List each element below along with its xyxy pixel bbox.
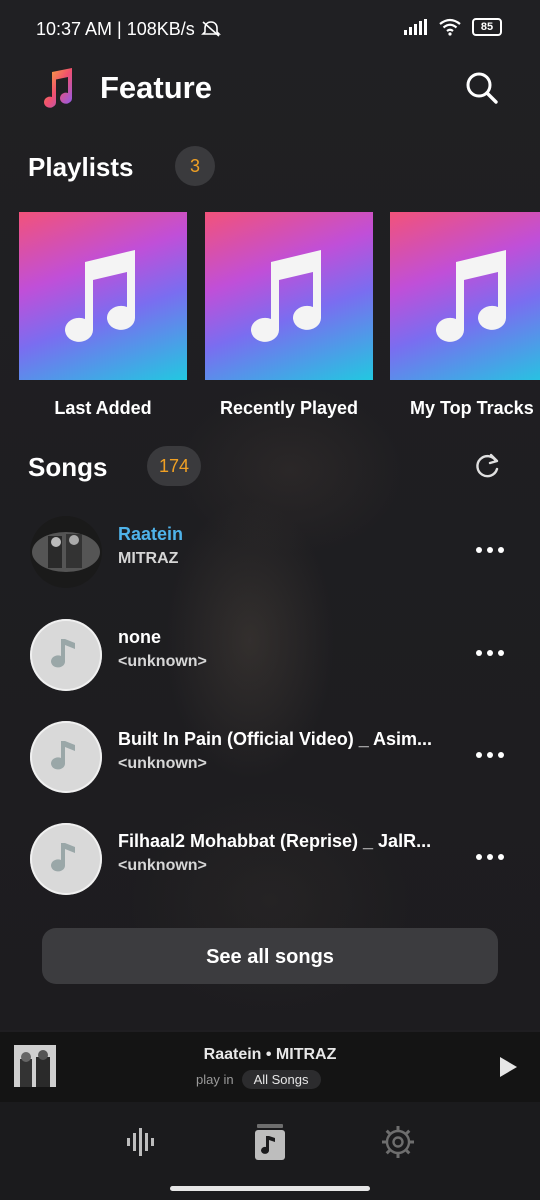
music-note-icon (51, 639, 75, 668)
song-title: Filhaal2 Mohabbat (Reprise) _ JalR... (118, 831, 432, 851)
signal-icon (404, 19, 427, 35)
now-playing-title: Raatein • MITRAZ (203, 1046, 337, 1063)
app-logo-icon (44, 68, 73, 108)
status-time: 10:37 AM | 108KB/s (36, 19, 222, 40)
song-artist: <unknown> (118, 857, 207, 874)
refresh-icon[interactable] (474, 452, 502, 480)
song-artwork (30, 721, 102, 793)
song-row[interactable]: Filhaal2 Mohabbat (Reprise) _ JalR... <u… (0, 809, 540, 909)
play-source-chip[interactable]: All Songs (241, 1070, 321, 1089)
playlist-cover (19, 212, 187, 380)
more-options-icon[interactable] (470, 743, 510, 767)
playlists-count-badge: 3 (175, 146, 215, 186)
playlist-cover (390, 212, 540, 380)
songs-count-badge: 174 (147, 446, 201, 486)
song-artwork (30, 516, 102, 588)
playlist-cover (205, 212, 373, 380)
playlist-label[interactable]: My Top Tracks (410, 398, 540, 419)
search-icon[interactable] (462, 68, 502, 108)
nav-settings[interactable] (378, 1122, 418, 1162)
song-artist: <unknown> (118, 653, 207, 670)
song-artist: <unknown> (118, 755, 207, 772)
playlist-label[interactable]: Last Added (3, 398, 203, 419)
music-note-icon (51, 843, 75, 872)
song-title: Raatein (118, 524, 184, 544)
playlist-card-last-added[interactable] (19, 212, 187, 380)
mute-bell-icon (200, 21, 221, 37)
waveform-icon (127, 1128, 154, 1156)
song-artwork (30, 823, 102, 895)
mini-player[interactable]: Raatein • MITRAZ play in All Songs (0, 1032, 540, 1102)
music-note-icon (251, 250, 321, 342)
wifi-icon (439, 18, 461, 36)
nav-library[interactable] (250, 1122, 290, 1162)
playlist-label[interactable]: Recently Played (189, 398, 389, 419)
play-in-label: play in (196, 1072, 234, 1087)
see-all-songs-button[interactable]: See all songs (42, 928, 498, 984)
song-title: Built In Pain (Official Video) _ Asim... (118, 729, 433, 749)
nav-visualizer[interactable] (122, 1122, 162, 1162)
music-note-icon (436, 250, 506, 342)
song-row[interactable]: none <unknown> (0, 605, 540, 705)
battery-indicator: 85 (472, 18, 502, 36)
more-options-icon[interactable] (470, 641, 510, 665)
album-art-icon (32, 532, 100, 572)
settings-gear-icon (382, 1126, 414, 1158)
song-row[interactable]: Raatein MITRAZ (0, 502, 540, 602)
music-note-icon (51, 741, 75, 770)
library-music-icon (255, 1124, 285, 1160)
song-title: none (118, 627, 161, 647)
more-options-icon[interactable] (470, 845, 510, 869)
playlists-heading: Playlists (28, 152, 134, 182)
songs-heading: Songs (28, 452, 108, 482)
play-source: play in All Songs (196, 1070, 321, 1089)
music-note-icon (65, 250, 135, 342)
song-artwork (30, 619, 102, 691)
playlist-card-my-top-tracks[interactable] (390, 212, 540, 380)
song-row[interactable]: Built In Pain (Official Video) _ Asim...… (0, 707, 540, 807)
playlist-card-recently-played[interactable] (205, 212, 373, 380)
home-indicator[interactable] (170, 1186, 370, 1191)
play-icon[interactable] (498, 1056, 518, 1078)
song-artist: MITRAZ (118, 550, 179, 567)
page-title: Feature (100, 70, 212, 105)
status-icons: 85 (404, 18, 502, 36)
more-options-icon[interactable] (470, 538, 510, 562)
